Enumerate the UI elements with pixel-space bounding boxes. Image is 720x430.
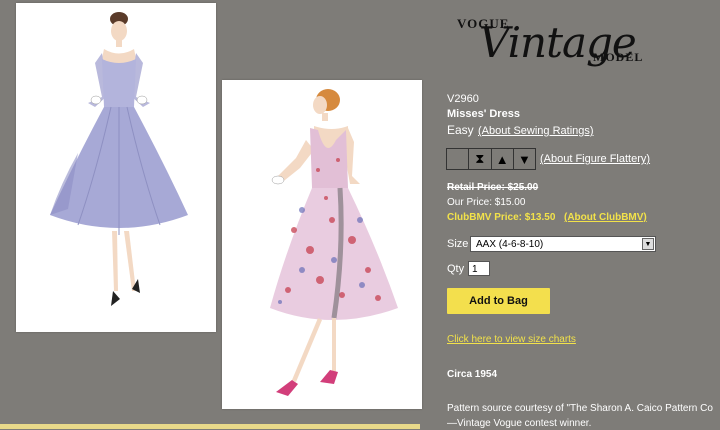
difficulty-rating: Easy <box>447 123 474 137</box>
pattern-image-front[interactable] <box>16 3 216 332</box>
our-price: Our Price: $15.00 <box>447 197 526 208</box>
dress-back-illustration <box>270 89 398 396</box>
pattern-code: V2960 <box>447 93 479 105</box>
vogue-vintage-model-logo[interactable]: VOGUE Vintage MODEL <box>455 10 665 80</box>
triangle-down-icon: ▼ <box>517 151 531 167</box>
pattern-source-line2: —Vintage Vogue contest winner. <box>447 418 592 429</box>
dress-front-illustration <box>50 12 188 306</box>
logo-model-text: MODEL <box>593 50 644 64</box>
quantity-input[interactable]: 1 <box>468 261 490 276</box>
retail-price: Retail Price: $25.00 <box>447 182 539 193</box>
circa-text: Circa 1954 <box>447 369 498 380</box>
footer-accent-strip <box>0 424 420 429</box>
figure-flattery-icons: ⧗ ▲ ▼ <box>446 148 536 170</box>
qty-label: Qty <box>447 263 465 275</box>
chevron-down-icon[interactable]: ▼ <box>642 238 654 250</box>
pattern-name: Misses' Dress <box>447 108 520 120</box>
about-sewing-ratings-link[interactable]: (About Sewing Ratings) <box>478 125 594 138</box>
about-clubbmv-link[interactable]: (About ClubBMV) <box>564 211 647 224</box>
pattern-image-back[interactable] <box>222 80 422 409</box>
pattern-source-line1: Pattern source courtesy of "The Sharon A… <box>447 403 713 414</box>
clubbmv-price: ClubBMV Price: $13.50 <box>447 212 556 223</box>
add-to-bag-button[interactable]: Add to Bag <box>447 288 550 314</box>
size-label: Size <box>447 238 469 250</box>
empty-icon <box>447 149 470 169</box>
triangle-up-icon: ▲ <box>492 149 514 169</box>
hourglass-icon: ⧗ <box>469 149 492 169</box>
size-chart-link[interactable]: Click here to view size charts <box>447 333 576 346</box>
size-selected-value: AAX (4-6-8-10) <box>476 239 544 250</box>
size-select[interactable]: AAX (4-6-8-10) ▼ <box>470 236 656 252</box>
about-figure-flattery-link[interactable]: (About Figure Flattery) <box>540 153 650 166</box>
